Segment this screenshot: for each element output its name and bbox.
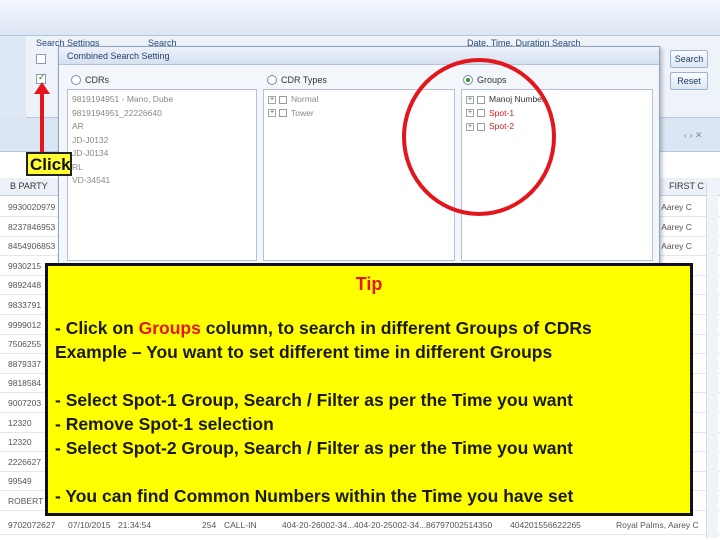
cell-duration: 254 — [202, 520, 217, 530]
cdrs-list[interactable]: 9819194951 - Mano, Dube 9819194951_222266… — [67, 89, 257, 261]
list-item-label: AR — [72, 121, 84, 131]
combined-search-dialog: Combined Search Setting CDRs 9819194951 … — [58, 46, 660, 266]
column-header-first-cell[interactable]: FIRST C — [669, 181, 704, 191]
item-checkbox[interactable] — [279, 109, 287, 118]
list-item-label: RL — [72, 161, 83, 172]
tip-line-2: Example – You want to set different time… — [55, 342, 553, 362]
list-item-label: 9819194951_22226640 — [72, 107, 162, 118]
tip-line-1-suffix: column, to search in different Groups of… — [200, 318, 592, 338]
cell-imei: 86797002514350 — [426, 520, 493, 530]
expand-icon[interactable]: + — [268, 95, 276, 104]
tip-line-1: - Click on Groups column, to search in d… — [55, 318, 592, 339]
cell-time: 21:34:54 — [118, 520, 152, 530]
list-item[interactable]: RL — [72, 162, 83, 172]
cdr-types-column-label: CDR Types — [281, 75, 327, 85]
tab-scroll-arrows[interactable]: ‹ › ✕ — [684, 130, 703, 141]
list-item[interactable]: JD-J0132 — [72, 135, 108, 145]
cell-imsi: 404201556622265 — [510, 520, 581, 530]
search-button[interactable]: Search — [670, 50, 708, 68]
list-item[interactable]: + Tower — [268, 108, 314, 118]
list-item-label: VD-34541 — [72, 175, 111, 185]
app-ribbon — [0, 0, 720, 36]
cell-aparty: 8237846953 — [8, 221, 56, 232]
list-item[interactable]: AR — [72, 121, 84, 131]
setting-checkbox-1[interactable] — [36, 54, 46, 64]
tip-title: Tip — [355, 274, 383, 294]
cell-aparty: 9833791 — [8, 300, 42, 310]
cell-aparty: 9818584 — [8, 378, 42, 389]
cell-aparty: 2226627 — [8, 456, 42, 467]
item-checkbox[interactable] — [279, 95, 287, 104]
cell-aparty: 99549 — [8, 476, 32, 487]
cell-aparty: 9007203 — [8, 398, 42, 408]
tip-box: Tip - Click on Groups column, to search … — [45, 263, 693, 516]
click-callout: Click — [26, 152, 72, 176]
table-row[interactable]: 9702072627 07/10/2015 21:34:54 254 CALL-… — [0, 516, 720, 535]
grid-scrollbar[interactable] — [706, 182, 718, 538]
cell-aparty: 12320 — [8, 437, 32, 448]
cell-aparty: 7506255 — [8, 339, 42, 350]
cell-aparty: 9999012 — [8, 319, 42, 330]
cell-aparty: 9930215 — [8, 260, 42, 271]
cdr-types-radio[interactable] — [267, 75, 277, 85]
arrow-shaft — [40, 88, 44, 162]
cell-aparty: 9892448 — [8, 280, 42, 291]
list-item[interactable]: + Normal — [268, 94, 318, 104]
cdrs-column-label: CDRs — [85, 75, 109, 85]
reset-button[interactable]: Reset — [670, 72, 708, 90]
list-item-label: Tower — [291, 107, 314, 118]
list-item-label: 9819194951 - Mano, Dube — [72, 94, 174, 104]
list-item[interactable]: 9819194951 - Mano, Dube — [72, 94, 173, 104]
cell-call-type: CALL-IN — [224, 520, 257, 530]
column-header-bparty[interactable]: B PARTY — [10, 181, 48, 191]
cdrs-radio[interactable] — [71, 75, 81, 85]
tip-line-6: - You can find Common Numbers within the… — [55, 486, 574, 506]
highlight-circle — [402, 58, 556, 216]
tip-line-4: - Remove Spot-1 selection — [55, 414, 274, 434]
list-item[interactable]: 9819194951_22226640 — [72, 108, 162, 118]
expand-icon[interactable]: + — [268, 109, 276, 118]
cell-aparty: 9930020979 — [8, 202, 56, 212]
cell-aparty: 9702072627 — [8, 520, 56, 530]
cell-address: Royal Palms, Aarey C — [616, 520, 699, 530]
list-item-label: JD-J0132 — [72, 134, 109, 145]
list-item-label: JD-J0134 — [72, 148, 109, 158]
cell-aparty: 12320 — [8, 417, 32, 428]
cell-date: 07/10/2015 — [68, 520, 111, 530]
dialog-title: Combined Search Setting — [59, 47, 659, 65]
tip-groups-highlight: Groups — [138, 318, 201, 338]
cell-first-cell-id: 404-20-26002-34... — [282, 520, 355, 530]
cell-aparty: ROBERT — [8, 496, 44, 506]
list-item[interactable]: JD-J0134 — [72, 148, 108, 158]
cell-last-cell-id: 404-20-25002-34... — [354, 520, 427, 530]
arrow-up-icon — [34, 82, 50, 94]
cell-aparty: 8879337 — [8, 358, 42, 369]
tip-line-5: - Select Spot-2 Group, Search / Filter a… — [55, 438, 573, 458]
tip-line-1-prefix: - Click on — [55, 318, 139, 338]
cell-aparty: 8454906853 — [8, 241, 56, 252]
list-item[interactable]: VD-34541 — [72, 175, 110, 185]
tip-line-3: - Select Spot-1 Group, Search / Filter a… — [55, 390, 573, 410]
list-item-label: Normal — [291, 94, 319, 104]
